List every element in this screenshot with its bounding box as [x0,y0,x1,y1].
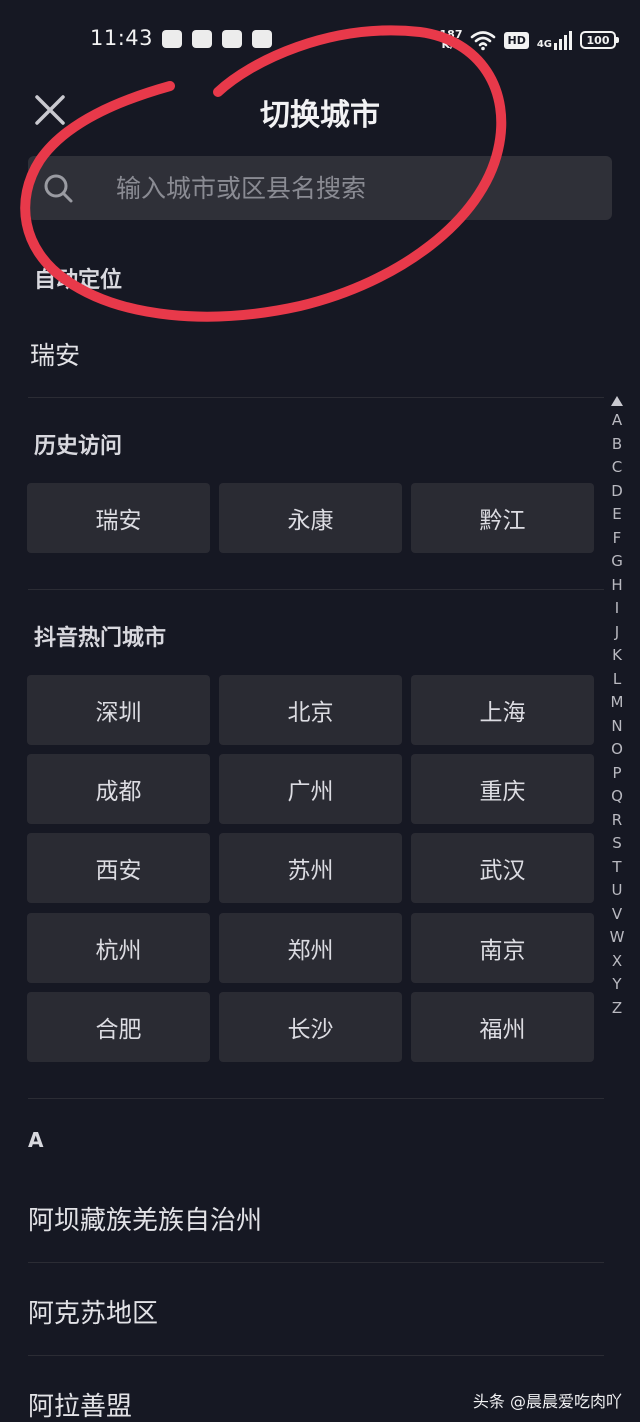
notification-icon [252,30,272,48]
history-city-chip[interactable]: 永康 [219,483,402,553]
hot-city-chip[interactable]: 成都 [27,754,210,824]
hd-badge: HD [504,31,529,49]
alpha-letter[interactable]: K [612,644,622,668]
hot-city-chip[interactable]: 福州 [411,992,594,1062]
battery-icon: 100 [580,31,619,49]
alphabet-index[interactable]: A B C D E F G H I J K L M N O P Q R S T … [606,394,628,1020]
hot-city-chip[interactable]: 广州 [219,754,402,824]
search-icon [44,174,73,203]
alpha-letter[interactable]: B [612,433,622,457]
hot-city-chip[interactable]: 西安 [27,833,210,903]
letter-section-header: A [28,1128,44,1152]
hot-cities-title: 抖音热门城市 [34,626,167,651]
page-title: 切换城市 [260,98,380,133]
alpha-letter[interactable]: W [610,926,625,950]
alpha-letter[interactable]: Q [611,785,623,809]
watermark: 头条 @晨晨爱吃肉吖 [472,1392,622,1411]
hot-city-chip[interactable]: 深圳 [27,675,210,745]
battery-level: 100 [586,33,610,47]
divider [28,397,604,398]
divider [28,1355,604,1356]
alpha-letter[interactable]: F [613,527,622,551]
hot-city-chip[interactable]: 杭州 [27,913,210,983]
alpha-letter[interactable]: V [612,903,622,927]
notification-icon [162,30,182,48]
alpha-letter[interactable]: M [611,691,624,715]
alpha-letter[interactable]: A [612,409,622,433]
alpha-letter[interactable]: D [611,480,623,504]
scroll-top-arrow-icon[interactable] [611,396,623,406]
status-bar: 11:43 187 K/s HD 4G 100 [0,0,640,80]
divider [28,589,604,590]
hot-city-chip[interactable]: 上海 [411,675,594,745]
history-city-chip[interactable]: 黔江 [411,483,594,553]
divider [28,1262,604,1263]
search-box[interactable] [28,156,612,220]
alpha-letter[interactable]: E [612,503,621,527]
alpha-letter[interactable]: P [612,762,621,786]
alpha-letter[interactable]: L [613,668,621,692]
auto-location-city[interactable]: 瑞安 [30,336,80,372]
alpha-letter[interactable]: G [611,550,623,574]
hot-city-chip[interactable]: 苏州 [219,833,402,903]
hot-city-chip[interactable]: 南京 [411,913,594,983]
hot-city-chip[interactable]: 郑州 [219,913,402,983]
city-list-item[interactable]: 阿拉善盟 [28,1386,132,1422]
auto-location-title: 自动定位 [34,268,123,293]
alpha-letter[interactable]: I [615,597,619,621]
notification-icon [222,30,242,48]
status-time: 11:43 [90,26,154,50]
alpha-letter[interactable]: N [611,715,622,739]
hot-city-chip[interactable]: 重庆 [411,754,594,824]
history-city-chip[interactable]: 瑞安 [27,483,210,553]
network-type: 4G [536,39,552,50]
network-speed: 187 K/s [440,29,463,51]
alpha-letter[interactable]: J [615,621,619,645]
wifi-icon [471,31,496,51]
alpha-letter[interactable]: U [612,879,623,903]
alpha-letter[interactable]: Y [612,973,621,997]
divider [28,1098,604,1099]
hot-city-chip[interactable]: 武汉 [411,833,594,903]
notification-icon [192,30,212,48]
alpha-letter[interactable]: C [612,456,622,480]
hot-city-chip[interactable]: 合肥 [27,992,210,1062]
city-list-item[interactable]: 阿克苏地区 [28,1293,158,1330]
alpha-letter[interactable]: O [611,738,623,762]
alpha-letter[interactable]: Z [612,997,622,1021]
alpha-letter[interactable]: S [612,832,622,856]
history-title: 历史访问 [34,434,123,459]
cellular-signal-icon: 4G [537,30,572,50]
search-input[interactable] [116,166,596,210]
signal-bars-icon [554,31,572,50]
alpha-letter[interactable]: H [611,574,622,598]
alpha-letter[interactable]: R [612,809,622,833]
city-list-item[interactable]: 阿坝藏族羌族自治州 [28,1200,262,1237]
network-speed-unit: K/s [441,38,461,51]
alpha-letter[interactable]: T [612,856,621,880]
hot-city-chip[interactable]: 长沙 [219,992,402,1062]
alpha-letter[interactable]: X [612,950,622,974]
status-indicators: 187 K/s HD 4G 100 [440,26,619,54]
hot-city-chip[interactable]: 北京 [219,675,402,745]
